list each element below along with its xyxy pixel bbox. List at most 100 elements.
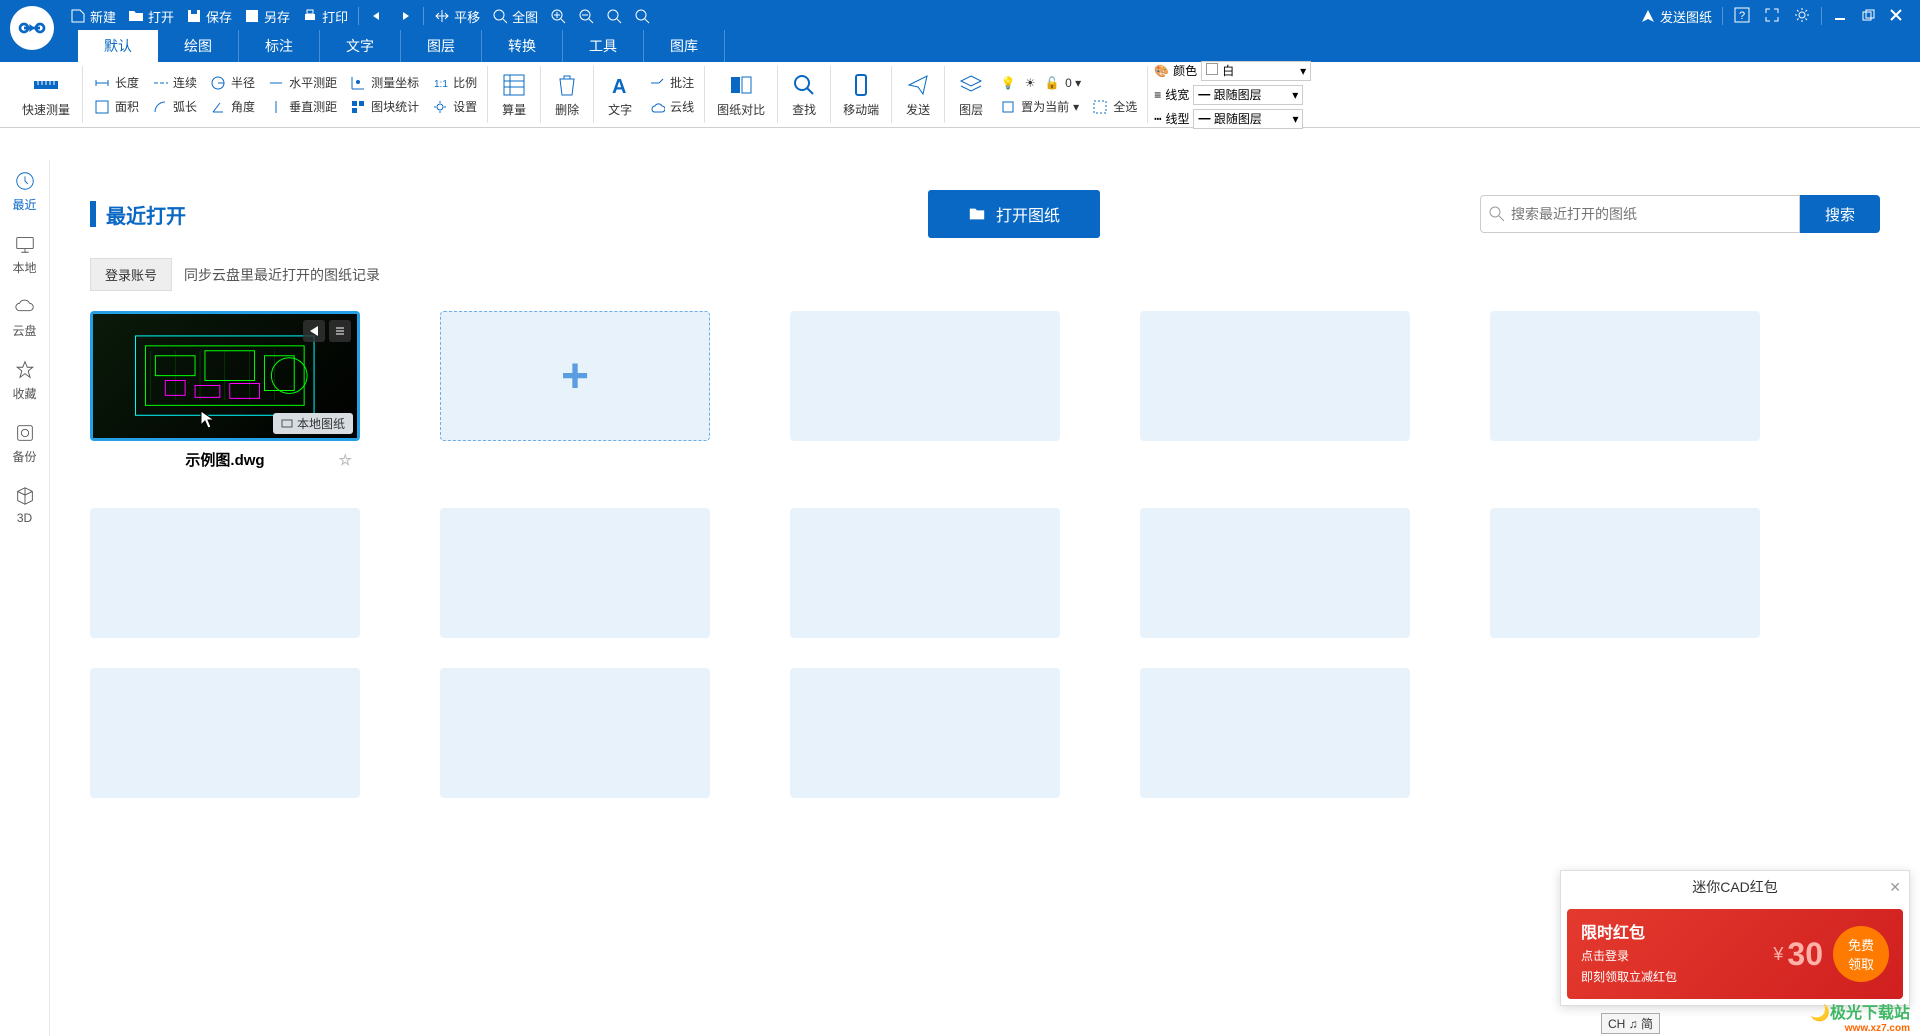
- tab-text[interactable]: 文字: [320, 30, 401, 62]
- lineweight-select[interactable]: ━ 跟随图层▾: [1193, 85, 1303, 105]
- file-card[interactable]: 本地图纸: [90, 311, 360, 441]
- coord-icon: [349, 74, 367, 92]
- zoom-previous-button[interactable]: [628, 8, 656, 24]
- help-button[interactable]: ?: [1727, 6, 1757, 27]
- sidebar-item-favorites[interactable]: 收藏: [0, 349, 49, 412]
- table-icon: [500, 71, 528, 99]
- tab-layer[interactable]: 图层: [401, 30, 482, 62]
- sidebar-item-local[interactable]: 本地: [0, 223, 49, 286]
- tab-convert[interactable]: 转换: [482, 30, 563, 62]
- selectall-icon: [1091, 98, 1109, 116]
- ribbon-tabstrip: 默认 绘图 标注 文字 图层 转换 工具 图库: [0, 32, 1920, 62]
- tab-library[interactable]: 图库: [644, 30, 725, 62]
- new-button[interactable]: 新建: [64, 7, 122, 26]
- empty-slot: [90, 508, 360, 638]
- zoom-window-button[interactable]: [600, 8, 628, 24]
- claim-button[interactable]: 免费领取: [1833, 926, 1889, 982]
- linetype-select[interactable]: ━ 跟随图层▾: [1193, 109, 1303, 129]
- menu-icon[interactable]: [329, 320, 351, 342]
- tab-default[interactable]: 默认: [78, 30, 158, 62]
- layer-icon: [957, 71, 985, 99]
- search-button[interactable]: 搜索: [1800, 195, 1880, 233]
- settings-button[interactable]: [1787, 6, 1817, 27]
- file-name: 示例图.dwg: [185, 449, 264, 470]
- layer-state-row[interactable]: 💡☀🔓0 ▾: [997, 72, 1139, 94]
- app-logo[interactable]: [10, 6, 54, 50]
- sidebar-item-backup[interactable]: 备份: [0, 412, 49, 475]
- quick-measure-button[interactable]: 快速测量: [18, 69, 74, 120]
- popup-line3: 即刻领取立减红包: [1581, 968, 1677, 985]
- save-button[interactable]: 保存: [180, 7, 238, 26]
- close-button[interactable]: [1882, 7, 1910, 26]
- svg-text:A: A: [612, 76, 626, 97]
- sidebar-item-recent[interactable]: 最近: [0, 160, 49, 223]
- delete-button[interactable]: 删除: [549, 69, 585, 120]
- empty-slot: [1140, 668, 1410, 798]
- calc-button[interactable]: 算量: [496, 69, 532, 120]
- send-drawing-button[interactable]: 发送图纸: [1634, 7, 1718, 26]
- measure-hdist-button[interactable]: 水平测距: [265, 72, 339, 94]
- sun-icon: ☀: [1021, 74, 1039, 92]
- maximize-button[interactable]: [1854, 7, 1882, 26]
- tab-tools[interactable]: 工具: [563, 30, 644, 62]
- find-button[interactable]: 查找: [786, 69, 822, 120]
- fullscreen-button[interactable]: [1757, 6, 1787, 27]
- empty-slot: [90, 668, 360, 798]
- add-file-card[interactable]: +: [440, 311, 710, 441]
- setcurrent-button[interactable]: 置为当前▾: [997, 96, 1081, 118]
- pan-button[interactable]: 平移: [428, 7, 486, 26]
- minimize-button[interactable]: [1826, 7, 1854, 26]
- tab-draw[interactable]: 绘图: [158, 30, 239, 62]
- measure-continuous-button[interactable]: 连续: [149, 72, 199, 94]
- selectall-button[interactable]: 全选: [1089, 96, 1139, 118]
- layer-button[interactable]: 图层: [953, 69, 989, 120]
- undo-button[interactable]: [363, 8, 391, 24]
- file-grid: 本地图纸 示例图.dwg ☆ +: [90, 311, 1880, 798]
- search-icon: [1488, 205, 1506, 228]
- measure-arclen-button[interactable]: 弧长: [149, 96, 199, 118]
- svg-text:?: ?: [1739, 10, 1745, 22]
- gear-icon: [431, 98, 449, 116]
- measure-scale-button[interactable]: 1:1比例: [429, 72, 479, 94]
- ribbon: 快速测量 长度 面积 连续 弧长 半径 角度 水平测距 垂直测距 测量坐标 图块…: [0, 62, 1920, 128]
- measure-vdist-button[interactable]: 垂直测距: [265, 96, 339, 118]
- share-icon[interactable]: [303, 320, 325, 342]
- mobile-button[interactable]: 移动端: [839, 69, 883, 120]
- compare-button[interactable]: 图纸对比: [713, 69, 769, 120]
- tab-annotate[interactable]: 标注: [239, 30, 320, 62]
- annotate-button[interactable]: 批注: [646, 72, 696, 94]
- sidebar-item-3d[interactable]: 3D: [0, 475, 49, 535]
- sidebar-item-cloud[interactable]: 云盘: [0, 286, 49, 349]
- measure-coord-button[interactable]: 测量坐标: [347, 72, 421, 94]
- measure-settings-button[interactable]: 设置: [429, 96, 479, 118]
- measure-length-button[interactable]: 长度: [91, 72, 141, 94]
- zoom-fit-button[interactable]: 全图: [486, 7, 544, 26]
- measure-area-button[interactable]: 面积: [91, 96, 141, 118]
- ruler-icon: [32, 71, 60, 99]
- cloud-button[interactable]: 云线: [646, 96, 696, 118]
- zoom-out-button[interactable]: [572, 8, 600, 24]
- empty-slot: [790, 311, 1060, 441]
- angle-icon: [209, 98, 227, 116]
- zoom-in-button[interactable]: [544, 8, 572, 24]
- empty-slot: [790, 668, 1060, 798]
- login-button[interactable]: 登录账号: [90, 258, 172, 291]
- measure-blockstat-button[interactable]: 图块统计: [347, 96, 421, 118]
- titlebar: 新建 打开 保存 另存 打印 平移 全图 发送图纸 ?: [0, 0, 1920, 32]
- favorite-star-icon[interactable]: ☆: [339, 451, 352, 469]
- popup-close-icon[interactable]: ✕: [1889, 879, 1901, 896]
- page-title: 最近打开: [90, 200, 186, 229]
- area-icon: [93, 98, 111, 116]
- measure-angle-button[interactable]: 角度: [207, 96, 257, 118]
- open-drawing-button[interactable]: 打开图纸: [928, 190, 1100, 238]
- print-button[interactable]: 打印: [296, 7, 354, 26]
- text-button[interactable]: A文字: [602, 69, 638, 120]
- redo-button[interactable]: [391, 8, 419, 24]
- send-button[interactable]: 发送: [900, 69, 936, 120]
- saveas-button[interactable]: 另存: [238, 7, 296, 26]
- color-select[interactable]: 白▾: [1201, 61, 1311, 81]
- search-input[interactable]: [1480, 195, 1800, 233]
- search-icon: [790, 71, 818, 99]
- open-button[interactable]: 打开: [122, 7, 180, 26]
- measure-radius-button[interactable]: 半径: [207, 72, 257, 94]
